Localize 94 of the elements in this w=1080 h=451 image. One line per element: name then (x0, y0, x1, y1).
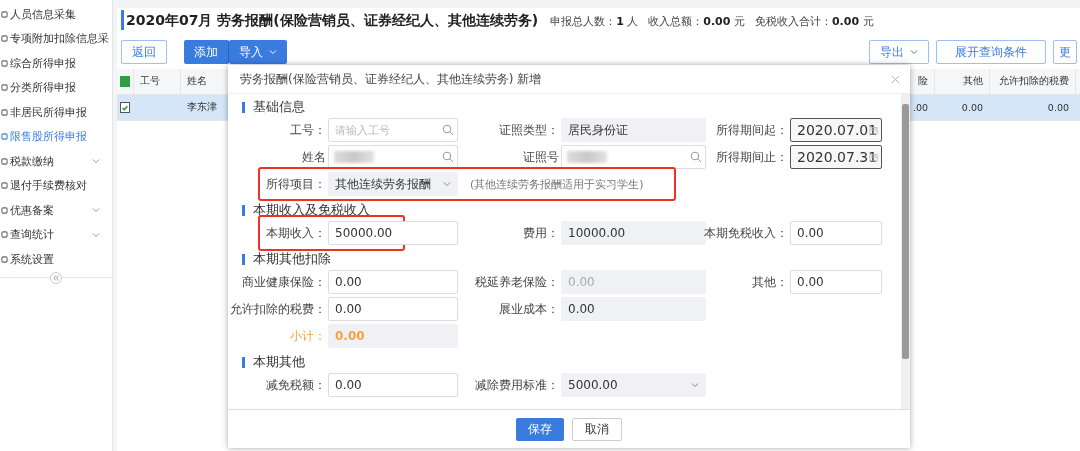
field-label: 商业健康保险： (242, 273, 327, 291)
search-icon (442, 151, 454, 163)
sidebar-item[interactable]: 分类所得申报 (0, 75, 112, 100)
summary-text: 收入总额：0.00 元 (648, 14, 745, 29)
sidebar-item[interactable]: 系统设置 (0, 247, 112, 272)
menu-item-icon (1, 133, 8, 141)
toolbar-button[interactable]: 导出 (869, 40, 929, 64)
sidebar-item[interactable]: 优惠备案 (0, 198, 112, 223)
calendar-icon (869, 125, 878, 135)
dialog-title: 劳务报酬(保险营销员、证券经纪人、其他连续劳务) 新增 (240, 70, 542, 88)
field-label: 费用： (523, 224, 560, 242)
field-label: 减免税额： (266, 376, 327, 394)
toolbar-button[interactable]: 添加 (184, 40, 229, 64)
field-label: 证照号 (523, 148, 560, 166)
table-cell: 0.00 (961, 102, 983, 113)
input-field[interactable]: 0.00 (328, 373, 458, 397)
field-label: 所得项目： (266, 175, 327, 193)
toolbar-button[interactable]: 返回 (121, 40, 167, 64)
column-header: 险 (918, 75, 928, 88)
summary-text: 申报总人数：1 人 (550, 14, 639, 29)
sidebar-item[interactable]: 综合所得申报 (0, 51, 112, 76)
menu-item-icon (1, 59, 8, 67)
menu-item-icon (1, 10, 8, 18)
redacted-block (567, 151, 607, 163)
field-label: 工号： (290, 121, 327, 139)
input-field[interactable]: 0.00 (328, 297, 458, 321)
field-label: 减除费用标准： (475, 376, 560, 394)
field-label: 展业成本： (499, 300, 560, 318)
input-field[interactable]: 0.00 (790, 221, 882, 245)
subtotal-field: 0.00 (328, 324, 458, 348)
sidebar-item[interactable]: 非居民所得申报 (0, 100, 112, 125)
section-title: 基础信息 (253, 98, 305, 116)
select-all-checkbox[interactable] (120, 76, 130, 87)
column-header: 允许扣除的税费 (999, 75, 1069, 88)
field-label: 本期免税收入： (704, 224, 789, 242)
caret-icon (691, 382, 699, 388)
input-field[interactable]: 50000.00 (328, 221, 458, 245)
toolbar-button[interactable]: 导入 (229, 40, 287, 64)
dialog-button[interactable]: 保存 (516, 417, 564, 441)
input-field[interactable]: 0.00 (328, 270, 458, 294)
collapse-icon[interactable] (50, 271, 62, 284)
section-title: 本期其他 (253, 353, 305, 371)
field-label: 税延养老保险： (475, 273, 560, 291)
menu-item-icon (1, 157, 8, 165)
field-label: 所得期间止： (716, 148, 789, 166)
menu-item-icon (1, 182, 8, 190)
column-header: 姓名 (187, 75, 207, 88)
toolbar-button[interactable]: 更 (1053, 40, 1077, 64)
field-label: 本期收入： (266, 224, 327, 242)
redacted-block (334, 151, 374, 163)
table-cell: .00 (912, 102, 928, 113)
field-label: 所得期间起： (716, 121, 789, 139)
select-field[interactable]: 5000.00 (561, 373, 706, 397)
menu-item-icon (1, 35, 8, 43)
toolbar-button[interactable]: 展开查询条件 (936, 40, 1046, 64)
column-header: 其他 (963, 75, 983, 88)
date-field[interactable]: 2020.07.31 (790, 145, 882, 169)
sidebar-item[interactable]: 限售股所得申报 (0, 124, 112, 149)
menu-item-icon (1, 84, 8, 92)
row-checkbox[interactable] (120, 102, 130, 113)
menu-item-icon (1, 231, 8, 239)
sidebar-item[interactable]: 退付手续费核对 (0, 173, 112, 198)
search-icon (690, 151, 702, 163)
readonly-field: 0.00 (561, 297, 706, 321)
sidebar-item[interactable]: 查询统计 (0, 222, 112, 247)
hint-text: (其他连续劳务报酬适用于实习学生) (469, 176, 645, 192)
scrollbar[interactable] (901, 94, 910, 409)
search-icon (442, 124, 454, 136)
readonly-field: 0.00 (561, 270, 706, 294)
sidebar-item[interactable]: 专项附加扣除信息采 (0, 26, 112, 51)
table-cell: 李东津 (187, 101, 217, 114)
table-cell: 0.00 (1047, 102, 1069, 113)
select-field[interactable]: 其他连续劳务报酬 (328, 172, 458, 196)
field-label: 小计： (290, 327, 327, 345)
readonly-field: 居民身份证 (561, 118, 706, 142)
caret-icon (443, 181, 451, 187)
field-label: 允许扣除的税费： (230, 300, 327, 318)
dialog-button[interactable]: 取消 (572, 417, 622, 441)
menu-item-icon (1, 108, 8, 116)
field-label: 姓名 (302, 148, 327, 166)
section-title: 本期其他扣除 (253, 250, 331, 268)
close-icon[interactable] (891, 74, 900, 84)
summary-text: 免税收入合计：0.00 元 (754, 14, 874, 29)
menu-item-icon (1, 255, 8, 263)
input-field[interactable]: 0.00 (790, 270, 882, 294)
calendar-icon (869, 152, 878, 162)
menu-item-icon (1, 206, 8, 214)
column-header: 工号 (140, 75, 160, 88)
date-field[interactable]: 2020.07.01 (790, 118, 882, 142)
sidebar-item[interactable]: 人员信息采集 (0, 2, 112, 27)
field-label: 证照类型： (499, 121, 560, 139)
sidebar-item[interactable]: 税款缴纳 (0, 149, 112, 174)
page-title: 2020年07月 劳务报酬(保险营销员、证券经纪人、其他连续劳务) (126, 13, 539, 27)
field-label: 其他： (752, 273, 789, 291)
